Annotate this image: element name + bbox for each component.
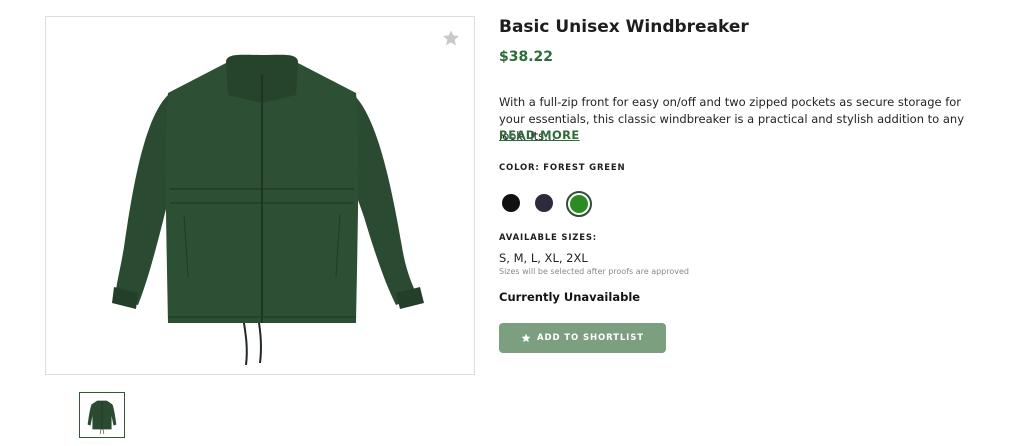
product-page: Basic Unisex Windbreaker $38.22 With a f… [0,0,1024,446]
color-swatch-navy[interactable] [533,192,557,216]
jacket-thumbnail-image [87,400,117,435]
color-label: COLOR: FOREST GREEN [499,163,626,173]
color-swatch-black[interactable] [500,192,524,216]
swatch-dot [570,195,588,213]
sizes-label: AVAILABLE SIZES: [499,233,597,243]
sizes-note: Sizes will be selected after proofs are … [499,267,689,276]
product-price: $38.22 [499,49,554,65]
star-icon [521,333,531,343]
swatch-dot [535,194,553,212]
product-thumbnail[interactable] [79,392,125,438]
product-title: Basic Unisex Windbreaker [499,17,749,37]
jacket-image [112,54,424,366]
add-to-shortlist-label: ADD TO SHORTLIST [537,333,644,343]
sizes-value: S, M, L, XL, 2XL [499,251,588,265]
availability-status: Currently Unavailable [499,290,641,304]
color-swatch-forest-green[interactable] [566,191,592,217]
add-to-shortlist-button[interactable]: ADD TO SHORTLIST [499,323,666,353]
product-image-frame [45,16,475,375]
swatch-dot [502,194,520,212]
favorite-star-icon[interactable] [442,29,460,47]
read-more-link[interactable]: READ MORE [499,128,580,142]
